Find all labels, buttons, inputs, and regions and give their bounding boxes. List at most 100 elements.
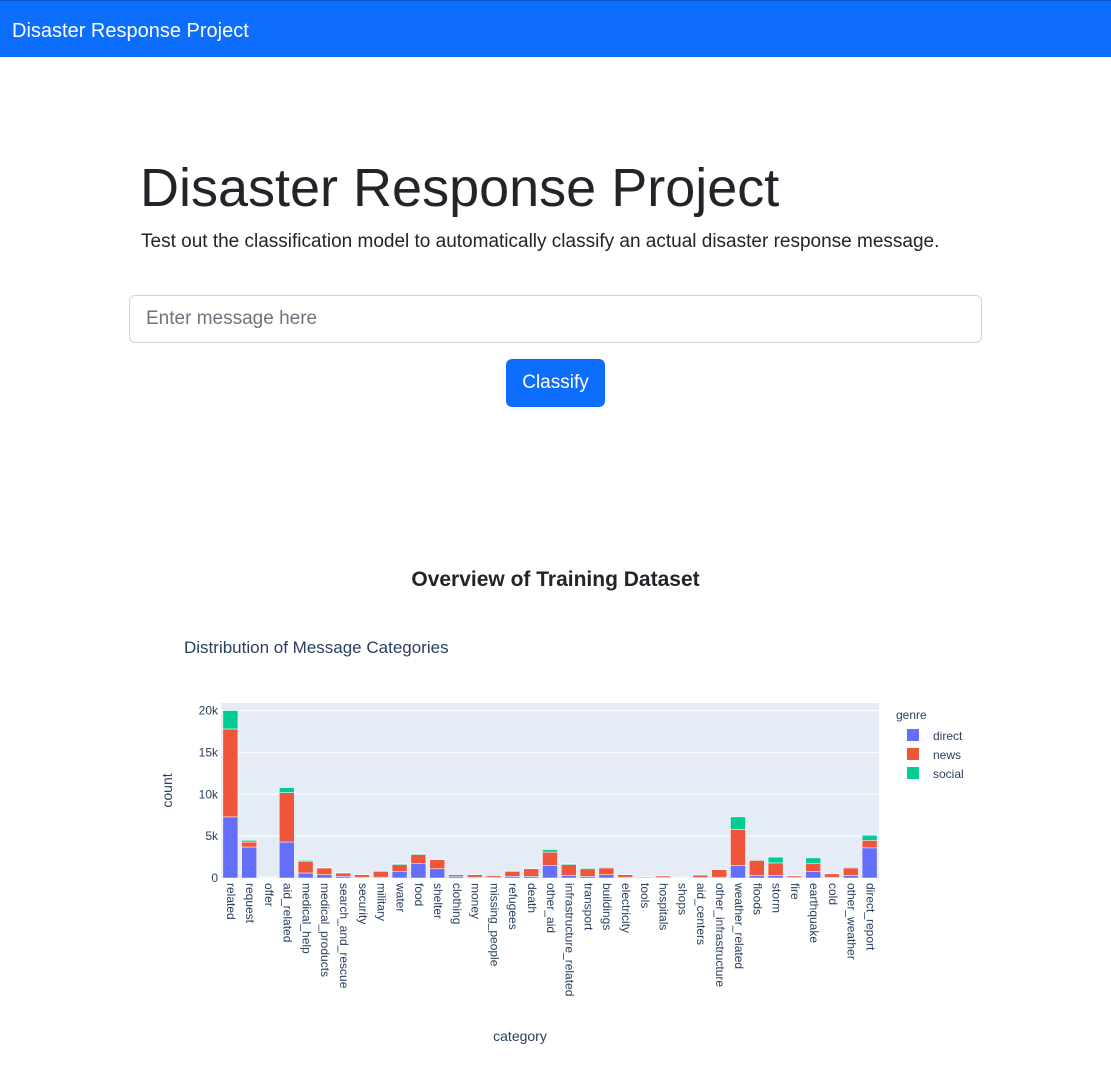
x-tick-label: other_aid [544,883,558,933]
message-input[interactable] [129,295,982,343]
x-tick-label: buildings [600,883,614,930]
bar-social-related [222,710,239,730]
bar-direct-aid_related [279,841,295,879]
bar-news-hospitals [655,875,671,878]
bar-direct-storm [767,875,784,879]
bar-direct-floods [749,875,765,879]
x-tick-labels: related request offer aid_related medical_he… [224,882,877,996]
bar-direct-related [222,816,239,879]
y-tick-label: 5k [205,829,219,843]
bar-social-food [410,853,427,855]
y-tick-label: 0 [211,871,218,885]
x-tick-label: money [469,883,483,919]
bar-social-other_aid [542,849,558,853]
bar-news-request [241,841,257,848]
x-tick-label: transport [581,883,595,931]
bar-news-medical_help [297,861,314,874]
bar-news-other_aid [542,851,558,866]
bar-social-infrastructure_related [561,863,577,865]
bar-direct-death [523,876,539,879]
bar-news-refugees [504,871,521,877]
x-tick-label: infrastructure_related [563,883,577,996]
page-title: Disaster Response Project [140,158,780,218]
x-tick-label: aid_related [281,883,295,942]
bar-news-aid_related [279,792,295,843]
bar-social-buildings [598,866,615,869]
section-title: Overview of Training Dataset [411,568,700,591]
bar-social-other_weather [843,866,859,869]
x-tick-label: electricity [619,883,633,933]
bar-news-electricity [617,874,633,878]
classify-button[interactable]: Classify [506,359,605,407]
legend-label-direct: direct [933,729,963,743]
x-tick-label: food [412,883,426,906]
chart-title: Distribution of Message Categories [184,638,449,657]
bar-news-aid_centers [692,874,709,878]
navbar-brand[interactable]: Disaster Response Project [12,19,249,43]
bar-news-earthquake [805,863,821,872]
bar-news-security [354,874,370,878]
x-tick-label: related [224,883,238,920]
x-tick-label: weather_related [732,882,746,969]
bar-direct-medical_products [316,874,333,879]
x-tick-label: death [525,883,539,913]
bar-direct-weather_related [730,865,746,879]
bar-social-water [391,863,408,865]
bar-social-direct_report [861,835,878,841]
legend-swatch-news [907,748,919,760]
bar-news-related [222,728,239,818]
bar-social-transport [579,867,596,870]
legend-label-news: news [933,748,961,762]
bar-direct-request [241,846,257,879]
bar-news-fire [786,875,803,878]
bar-direct-food [410,863,427,879]
bar-news-water [391,864,408,872]
bar-news-direct_report [861,840,878,849]
x-tick-label: shelter [431,883,445,919]
bar-direct-other_aid [542,865,558,879]
bar-direct-other_weather [843,875,859,879]
bar-news-transport [579,868,596,877]
bar-social-storm [767,856,784,864]
bar-news-food [410,854,427,865]
x-tick-label: hospitals [657,883,671,930]
bar-news-floods [749,860,765,876]
bar-social-weather_related [730,816,746,830]
bar-news-weather_related [730,829,746,866]
bar-news-other_infrastructure [711,869,727,878]
bar-news-buildings [598,867,615,875]
bar-direct-shelter [429,868,445,879]
bar-direct-infrastructure_related [561,875,577,879]
x-tick-label: earthquake [807,883,821,943]
bar-news-medical_products [316,867,333,875]
x-tick-label: storm [769,883,783,913]
legend-title: genre [896,708,927,722]
bar-news-other_weather [843,867,859,876]
x-tick-label: medical_help [299,883,313,954]
x-tick-label: security [356,883,370,924]
page-subtitle: Test out the classification model to aut… [141,231,940,252]
bar-social-aid_related [279,787,295,793]
navbar: Disaster Response Project [0,0,1111,57]
bar-news-search_and_rescue [335,872,351,877]
bar-news-military [373,871,389,878]
bar-social-request [241,840,257,843]
x-tick-label: medical_products [318,883,332,977]
bar-social-floods [749,859,765,861]
x-tick-label: floods [751,883,765,915]
legend-swatch-direct [907,729,919,741]
x-tick-label: aid_centers [694,883,708,945]
category-distribution-chart: Distribution of Message Categories 0 5k 10… [159,638,964,1044]
x-tick-label: missing_people [487,883,501,967]
bar-direct-transport [579,876,596,879]
bar-direct-refugees [504,876,521,879]
x-tick-label: direct_report [863,883,877,951]
x-tick-label: other_infrastructure [713,883,727,987]
bar-news-death [523,868,539,877]
y-tick-label: 10k [199,787,219,801]
legend-label-social: social [933,767,964,781]
bar-direct-clothing [448,876,464,879]
x-tick-label: tools [638,883,652,908]
x-axis-label: category [493,1028,547,1044]
x-tick-label: fire [788,883,802,900]
